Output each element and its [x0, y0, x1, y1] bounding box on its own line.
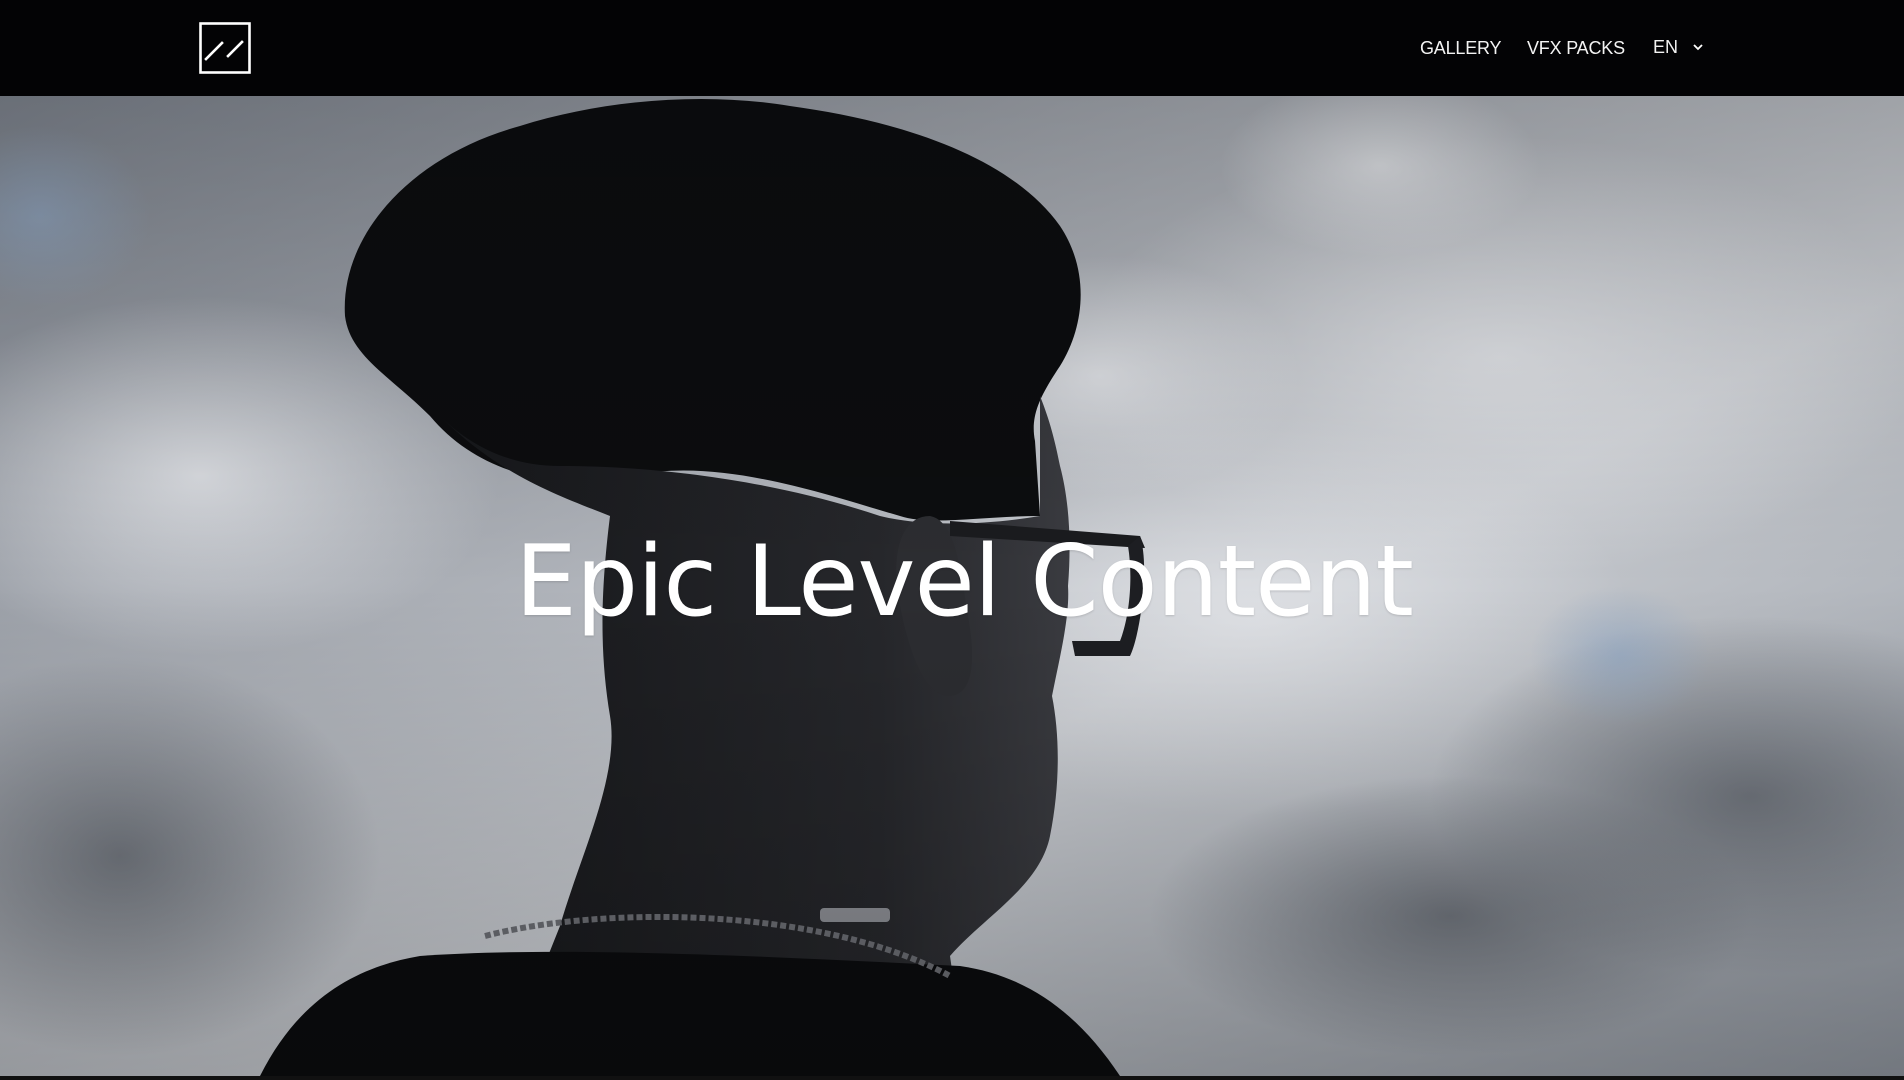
- page-bottom-edge: [0, 1076, 1904, 1080]
- hero-section: Epic Level Content: [0, 96, 1904, 1076]
- nav-gallery-link[interactable]: GALLERY: [1420, 37, 1502, 59]
- top-navigation-bar: GALLERY VFX PACKS EN: [0, 0, 1904, 96]
- nav-vfx-packs-link[interactable]: VFX PACKS: [1527, 37, 1625, 59]
- language-label: EN: [1653, 37, 1679, 57]
- logo-icon[interactable]: [199, 22, 251, 74]
- hero-title: Epic Level Content: [515, 525, 1414, 639]
- page: GALLERY VFX PACKS EN Epic Level Content: [0, 0, 1904, 1080]
- chevron-down-icon: [1692, 41, 1704, 53]
- language-selector[interactable]: EN: [1653, 36, 1704, 58]
